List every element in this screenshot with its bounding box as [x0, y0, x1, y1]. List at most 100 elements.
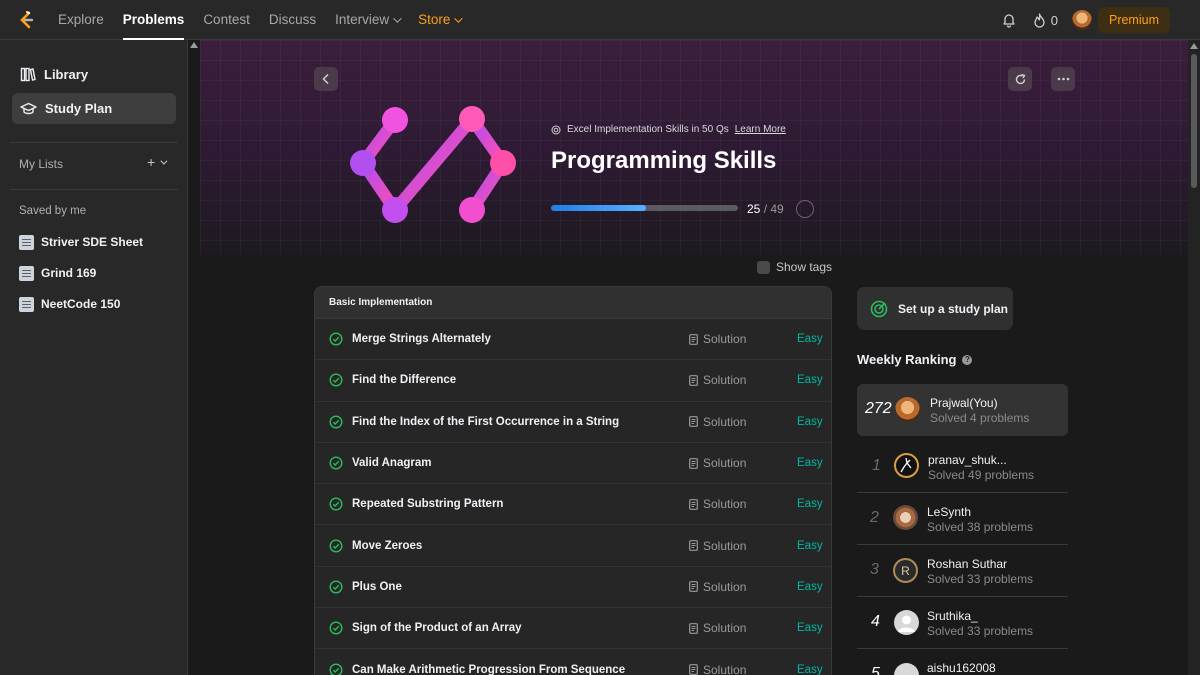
solution-link[interactable]: Solution: [689, 332, 746, 346]
scroll-up-arrow[interactable]: [190, 42, 198, 48]
problem-row[interactable]: Repeated Substring Pattern Solution Easy: [315, 484, 831, 526]
problem-title[interactable]: Find the Index of the First Occurrence i…: [352, 416, 619, 428]
solution-label: Solution: [703, 332, 747, 347]
solution-link[interactable]: Solution: [689, 373, 746, 387]
rank-number: 3: [870, 561, 879, 578]
solution-link[interactable]: Solution: [689, 456, 746, 470]
avatar: [893, 505, 918, 530]
difficulty-badge: Easy: [797, 580, 823, 593]
more-options-button[interactable]: [1051, 67, 1075, 91]
problem-row[interactable]: Find the Difference Solution Easy: [315, 360, 831, 402]
check-circle-icon: [329, 415, 343, 429]
problem-title[interactable]: Merge Strings Alternately: [352, 333, 491, 345]
sidebar-item-study-plan[interactable]: Study Plan: [12, 93, 176, 124]
help-icon[interactable]: ?: [962, 354, 973, 365]
add-list-button[interactable]: +: [147, 154, 168, 170]
section-header[interactable]: Basic Implementation: [315, 287, 831, 319]
saved-list-item[interactable]: NeetCode 150: [19, 295, 120, 313]
nav-contest[interactable]: Contest: [203, 0, 250, 40]
saved-list-item[interactable]: Grind 169: [19, 264, 96, 282]
check-circle-icon: [329, 539, 343, 553]
bell-icon[interactable]: [1001, 12, 1017, 28]
show-tags-checkbox[interactable]: [757, 260, 770, 274]
sheet-icon: [19, 265, 34, 281]
problem-row[interactable]: Plus One Solution Easy: [315, 567, 831, 609]
solution-link[interactable]: Solution: [689, 663, 746, 675]
difficulty-badge: Easy: [797, 415, 823, 428]
nav-store-label: Store: [418, 12, 451, 27]
solution-label: Solution: [703, 456, 747, 471]
document-icon: [689, 416, 698, 428]
document-icon: [689, 333, 698, 345]
rank-number: 272: [865, 400, 892, 417]
problem-row[interactable]: Valid Anagram Solution Easy: [315, 443, 831, 485]
problem-title[interactable]: Plus One: [352, 581, 402, 593]
check-circle-icon: [329, 663, 343, 675]
problem-row[interactable]: Can Make Arithmetic Progression From Seq…: [315, 649, 831, 675]
scroll-up-arrow[interactable]: [1190, 43, 1198, 49]
avatar[interactable]: [1071, 10, 1092, 30]
ranking-row-self[interactable]: 272 Prajwal(You) Solved 4 problems: [857, 384, 1068, 436]
document-icon: [689, 581, 698, 593]
learn-more-link[interactable]: Learn More: [735, 124, 786, 135]
back-button[interactable]: [314, 67, 338, 91]
rank-name: Sruthika_: [927, 609, 978, 623]
ranking-row[interactable]: 5 aishu162008: [857, 649, 1068, 675]
solution-label: Solution: [703, 414, 747, 429]
rank-number: 1: [872, 457, 881, 474]
ranking-row[interactable]: 3 R Roshan Suthar Solved 33 problems: [857, 545, 1068, 597]
document-icon: [689, 375, 698, 386]
saved-list-label: Striver SDE Sheet: [41, 235, 144, 249]
rank-number: 2: [870, 509, 879, 526]
sidebar-item-library[interactable]: Library: [12, 59, 176, 90]
solution-link[interactable]: Solution: [689, 415, 746, 429]
difficulty-badge: Easy: [797, 333, 823, 346]
problem-title[interactable]: Sign of the Product of an Array: [352, 622, 522, 634]
sheet-icon: [19, 234, 34, 250]
nav-explore[interactable]: Explore: [58, 0, 104, 40]
nav-interview[interactable]: Interview: [335, 0, 402, 40]
document-icon: [689, 622, 698, 634]
solution-label: Solution: [703, 621, 747, 636]
nav-discuss[interactable]: Discuss: [269, 0, 316, 40]
page-scrollbar[interactable]: [1188, 40, 1200, 675]
problem-title[interactable]: Move Zeroes: [352, 540, 422, 552]
leetcode-logo-icon[interactable]: [16, 10, 36, 30]
solution-label: Solution: [703, 579, 747, 594]
nav-interview-label: Interview: [335, 12, 390, 27]
saved-by-me-label: Saved by me: [19, 205, 87, 217]
problem-title[interactable]: Can Make Arithmetic Progression From Seq…: [352, 664, 625, 675]
scrollbar-thumb[interactable]: [1191, 54, 1197, 188]
ranking-row[interactable]: 1 pranav_shuk... Solved 49 problems: [857, 441, 1068, 493]
progress-total: / 49: [763, 202, 784, 216]
problem-row[interactable]: Find the Index of the First Occurrence i…: [315, 402, 831, 443]
avatar: [894, 663, 919, 675]
problem-row[interactable]: Move Zeroes Solution Easy: [315, 525, 831, 567]
nav-problems[interactable]: Problems: [122, 0, 184, 40]
solution-link[interactable]: Solution: [689, 539, 746, 553]
solution-link[interactable]: Solution: [689, 580, 746, 594]
problem-row[interactable]: Merge Strings Alternately Solution Easy: [315, 319, 831, 361]
plan-badge: Excel Implementation Skills in 50 Qs Lea…: [551, 124, 786, 135]
premium-button[interactable]: Premium: [1097, 7, 1170, 33]
solution-link[interactable]: Solution: [689, 621, 746, 635]
rank-name: Prajwal(You): [930, 396, 998, 410]
nav-store[interactable]: Store: [418, 0, 464, 40]
solution-link[interactable]: Solution: [689, 497, 746, 511]
show-tags-toggle[interactable]: Show tags: [757, 260, 832, 274]
problem-title[interactable]: Find the Difference: [352, 374, 456, 386]
check-circle-icon: [329, 621, 343, 635]
refresh-icon: [1015, 73, 1026, 84]
reset-button[interactable]: [1008, 67, 1032, 91]
setup-study-plan-button[interactable]: Set up a study plan: [857, 287, 1013, 330]
solution-label: Solution: [703, 662, 747, 675]
problem-title[interactable]: Valid Anagram: [352, 457, 431, 469]
document-icon: [689, 498, 698, 510]
ranking-row[interactable]: 2 LeSynth Solved 38 problems: [857, 493, 1068, 545]
problem-title[interactable]: Repeated Substring Pattern: [352, 498, 503, 510]
saved-list-item[interactable]: Striver SDE Sheet: [19, 233, 143, 251]
progress-text: 25 / 49: [747, 202, 784, 216]
problem-row[interactable]: Sign of the Product of an Array Solution E…: [315, 608, 831, 650]
ranking-row[interactable]: 4 Sruthika_ Solved 33 problems: [857, 597, 1068, 649]
streak-counter[interactable]: 0: [1033, 13, 1058, 28]
